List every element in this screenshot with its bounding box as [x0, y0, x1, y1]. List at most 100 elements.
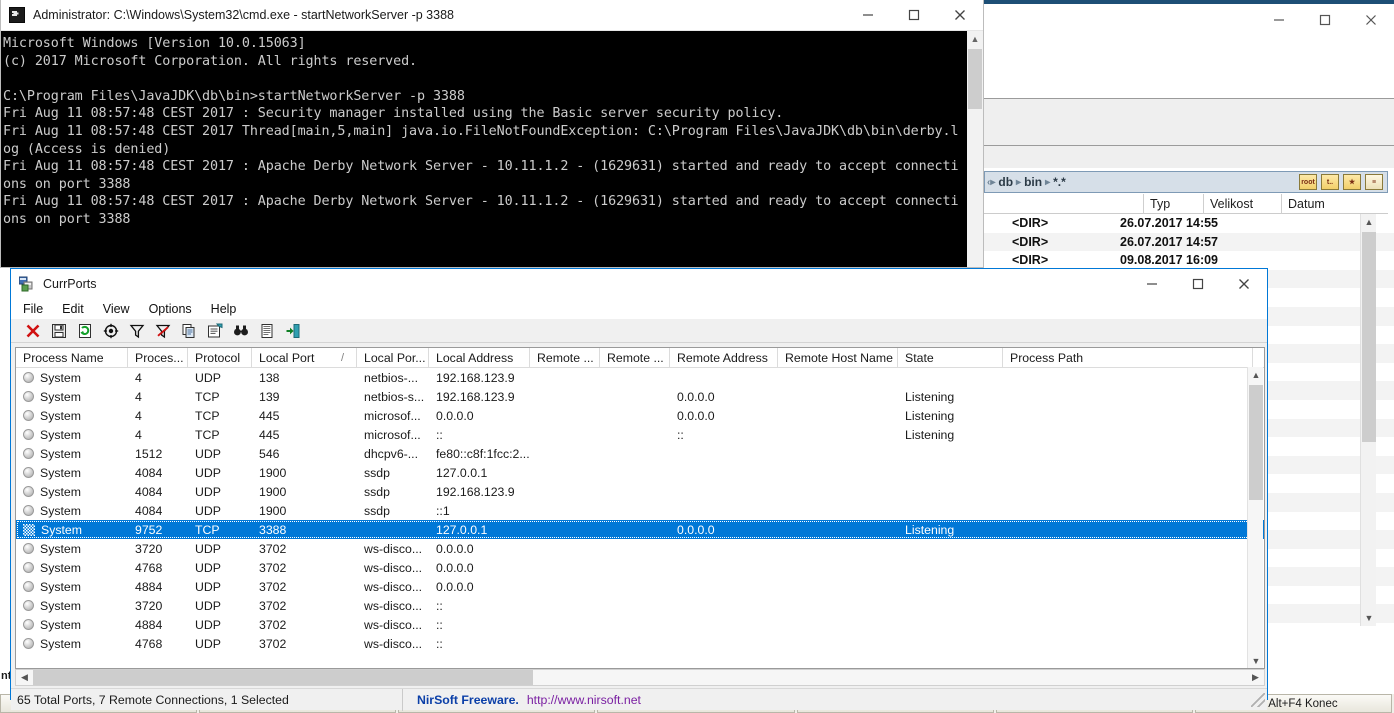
table-row[interactable]: System3720UDP3702ws-disco...0.0.0.0	[16, 539, 1264, 558]
menu-item-help[interactable]: Help	[211, 302, 247, 316]
cmd-console-area[interactable]: Microsoft Windows [Version 10.0.15063] (…	[1, 31, 983, 267]
cp-hscroll-thumb[interactable]	[33, 670, 533, 685]
column-header-process-path[interactable]: Process Path	[1003, 348, 1253, 368]
fm-column-datum[interactable]: Datum	[1282, 194, 1387, 214]
cell-remote-port	[530, 501, 600, 520]
currports-horizontal-scrollbar[interactable]: ◀ ▶	[15, 669, 1265, 686]
column-header-remote-address[interactable]: Remote Address	[670, 348, 778, 368]
currports-close-button[interactable]	[1221, 269, 1267, 299]
resize-grip-icon[interactable]	[1251, 693, 1265, 707]
copy-icon[interactable]	[179, 321, 199, 341]
nirsoft-url-link[interactable]: http://www.nirsoft.net	[527, 693, 641, 707]
cell-text: System	[40, 466, 81, 480]
file-manager-row[interactable]: <DIR>26.07.2017 14:55	[984, 214, 1394, 233]
cmd-scroll-thumb[interactable]	[968, 49, 982, 109]
target-icon[interactable]	[101, 321, 121, 341]
cmd-scroll-up-icon[interactable]: ▲	[967, 31, 983, 47]
cmd-title-bar[interactable]: Administrator: C:\Windows\System32\cmd.e…	[1, 0, 983, 31]
cmd-maximize-button[interactable]	[891, 0, 937, 31]
file-manager-close-button[interactable]	[1348, 4, 1394, 36]
menu-item-file[interactable]: File	[23, 302, 53, 316]
bookmark-icon[interactable]: ★	[1343, 174, 1361, 190]
cmd-vertical-scrollbar[interactable]: ▲	[967, 31, 983, 267]
close-connection-icon[interactable]	[23, 321, 43, 341]
scroll-down-icon[interactable]: ▼	[1361, 610, 1377, 626]
cmd-title-text: Administrator: C:\Windows\System32\cmd.e…	[33, 8, 454, 22]
column-header-remote[interactable]: Remote ...	[530, 348, 600, 368]
cp-hscroll-right-icon[interactable]: ▶	[1247, 670, 1264, 685]
cell-remote-port	[530, 577, 600, 596]
file-manager-vertical-scrollbar[interactable]: ▲ ▼	[1360, 214, 1376, 626]
table-row[interactable]: System4768UDP3702ws-disco...::	[16, 634, 1264, 653]
table-row[interactable]: System4UDP138netbios-...192.168.123.9	[16, 368, 1264, 387]
currports-ports-list[interactable]: Process NameProces...ProtocolLocal Port/…	[15, 347, 1265, 669]
currports-window[interactable]: CurrPorts File Edit View Options Help	[10, 268, 1268, 700]
breadcrumb-item-2[interactable]: *.*	[1053, 175, 1066, 189]
table-row[interactable]: System1512UDP546dhcpv6-...fe80::c8f:1fcc…	[16, 444, 1264, 463]
table-row[interactable]: System4884UDP3702ws-disco...::	[16, 615, 1264, 634]
scroll-thumb[interactable]	[1362, 232, 1376, 442]
fm-column-name[interactable]	[984, 194, 1144, 214]
fm-column-typ[interactable]: Typ	[1144, 194, 1204, 214]
currports-vertical-scrollbar[interactable]: ▲ ▼	[1247, 367, 1263, 669]
breadcrumb-item-1[interactable]: bin	[1024, 175, 1042, 189]
cmd-minimize-button[interactable]	[845, 0, 891, 31]
menu-item-options[interactable]: Options	[149, 302, 202, 316]
column-header-label: Remote ...	[537, 351, 594, 365]
file-manager-minimize-button[interactable]	[1256, 4, 1302, 36]
fm-column-velikost[interactable]: Velikost	[1204, 194, 1282, 214]
table-row[interactable]: System4TCP445microsof...::::Listening	[16, 425, 1264, 444]
menu-item-edit[interactable]: Edit	[62, 302, 94, 316]
table-row[interactable]: System4084UDP1900ssdp::1	[16, 501, 1264, 520]
column-header-local-address[interactable]: Local Address	[429, 348, 530, 368]
cp-hscroll-left-icon[interactable]: ◀	[16, 670, 33, 685]
currports-maximize-button[interactable]	[1175, 269, 1221, 299]
column-header-remote[interactable]: Remote ...	[600, 348, 670, 368]
list-icon[interactable]: ≡	[1365, 174, 1383, 190]
table-row[interactable]: System3720UDP3702ws-disco...::	[16, 596, 1264, 615]
column-header-protocol[interactable]: Protocol	[188, 348, 252, 368]
properties-icon[interactable]	[205, 321, 225, 341]
breadcrumb-item-0[interactable]: db	[998, 175, 1013, 189]
file-manager-column-headers: Typ Velikost Datum	[984, 194, 1388, 214]
currports-minimize-button[interactable]	[1129, 269, 1175, 299]
column-header-state[interactable]: State	[898, 348, 1003, 368]
table-row[interactable]: System4084UDP1900ssdp127.0.0.1	[16, 463, 1264, 482]
up-folder-icon[interactable]: t..	[1321, 174, 1339, 190]
root-folder-icon[interactable]: root	[1299, 174, 1317, 190]
html-report-icon[interactable]	[257, 321, 277, 341]
cell-remote-host-name	[778, 387, 898, 406]
cp-scroll-down-icon[interactable]: ▼	[1248, 653, 1264, 669]
table-row[interactable]: System4084UDP1900ssdp192.168.123.9	[16, 482, 1264, 501]
table-row[interactable]: System4TCP139netbios-s...192.168.123.90.…	[16, 387, 1264, 406]
currports-title-bar[interactable]: CurrPorts	[11, 269, 1267, 299]
menu-item-view[interactable]: View	[103, 302, 140, 316]
filter-icon[interactable]	[127, 321, 147, 341]
cp-scroll-up-icon[interactable]: ▲	[1248, 367, 1264, 383]
refresh-icon[interactable]	[75, 321, 95, 341]
find-icon[interactable]	[231, 321, 251, 341]
file-manager-breadcrumb[interactable]: ‹ ▸ db ▸ bin ▸ *.* root t.. ★ ≡	[984, 171, 1388, 193]
column-header-process-name[interactable]: Process Name	[16, 348, 128, 368]
table-row[interactable]: System4768UDP3702ws-disco...0.0.0.0	[16, 558, 1264, 577]
file-manager-maximize-button[interactable]	[1302, 4, 1348, 36]
cmd-close-button[interactable]	[937, 0, 983, 31]
table-row[interactable]: System4TCP445microsof...0.0.0.00.0.0.0Li…	[16, 406, 1264, 425]
column-header-remote-host-name[interactable]: Remote Host Name	[778, 348, 898, 368]
column-header-proces[interactable]: Proces...	[128, 348, 188, 368]
table-row[interactable]: System4884UDP3702ws-disco...0.0.0.0	[16, 577, 1264, 596]
save-icon[interactable]	[49, 321, 69, 341]
currports-rows-container[interactable]: System4UDP138netbios-...192.168.123.9Sys…	[16, 368, 1264, 653]
column-header-local-por[interactable]: Local Por...	[357, 348, 429, 368]
row-status-bullet-icon	[23, 391, 34, 402]
table-row[interactable]: System9752TCP3388127.0.0.10.0.0.0Listeni…	[16, 520, 1264, 539]
command-prompt-window[interactable]: Administrator: C:\Windows\System32\cmd.e…	[0, 0, 984, 268]
column-header-local-port[interactable]: Local Port/	[252, 348, 357, 368]
file-manager-row[interactable]: <DIR>09.08.2017 16:09	[984, 251, 1394, 270]
clear-filter-icon[interactable]	[153, 321, 173, 341]
file-manager-row[interactable]: <DIR>26.07.2017 14:57	[984, 233, 1394, 252]
scroll-up-icon[interactable]: ▲	[1361, 214, 1377, 230]
exit-icon[interactable]	[283, 321, 303, 341]
cp-scroll-thumb[interactable]	[1249, 385, 1263, 500]
cell-text: System	[40, 504, 81, 518]
